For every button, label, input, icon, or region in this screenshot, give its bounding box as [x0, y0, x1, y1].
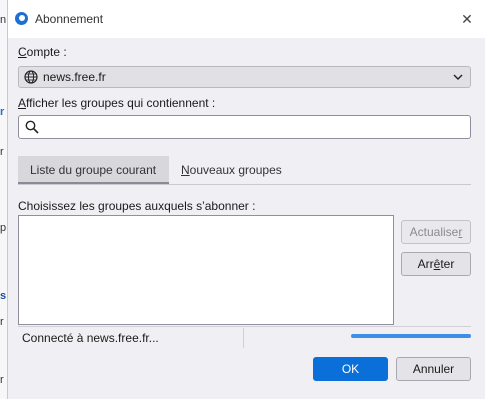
progress-bar	[351, 334, 471, 338]
close-button[interactable]: ✕	[457, 9, 477, 29]
cancel-button[interactable]: Annuler	[396, 357, 471, 381]
filter-label-mnemonic: A	[18, 96, 27, 110]
background-text-fragment: n	[0, 14, 7, 26]
thunderbird-app-icon	[15, 12, 28, 25]
background-text-fragment: r	[0, 316, 4, 328]
stop-button[interactable]: Arrêter	[401, 252, 471, 276]
chevron-down-icon	[453, 74, 463, 80]
refresh-button-label: Actualiser	[409, 225, 463, 239]
groups-list-label: Choisissez les groupes auxquels s’abonne…	[18, 199, 256, 213]
dialog-title: Abonnement	[35, 12, 104, 26]
groups-list[interactable]	[18, 215, 394, 325]
account-select[interactable]: news.free.fr	[18, 66, 471, 88]
background-text-fragment: r	[0, 146, 4, 158]
filter-label-text: fficher les groupes qui contiennent :	[26, 96, 216, 110]
filter-search-box[interactable]	[18, 115, 471, 139]
globe-icon	[24, 70, 38, 84]
filter-label: Afficher les groupes qui contiennent :	[18, 96, 215, 110]
filter-input[interactable]	[45, 118, 469, 138]
ok-button[interactable]: OK	[313, 357, 388, 381]
account-label-mnemonic: C	[18, 45, 27, 59]
tab-strip: Liste du groupe courant Nouveaux groupes	[18, 156, 471, 185]
status-divider	[243, 328, 244, 348]
tab-current-group-list[interactable]: Liste du groupe courant	[18, 156, 169, 184]
status-separator	[18, 326, 471, 327]
tab-new-groups[interactable]: Nouveaux groupes	[169, 156, 299, 184]
account-select-value: news.free.fr	[43, 70, 106, 84]
background-text-fragment: r	[0, 374, 4, 386]
account-label: Compte :	[18, 45, 67, 59]
tab-current-group-list-label: Liste du groupe courant	[30, 163, 157, 177]
progress-bar-fill	[351, 334, 471, 338]
title-bar[interactable]: Abonnement ✕	[8, 0, 485, 38]
subscribe-dialog: Abonnement ✕ Compte : news.free.fr Affic…	[7, 0, 485, 399]
status-text: Connecté à news.free.fr...	[22, 331, 159, 345]
background-text-fragment: r	[0, 106, 5, 118]
search-icon	[25, 120, 39, 134]
background-window-edge	[0, 0, 7, 399]
account-label-text: ompte :	[26, 45, 67, 59]
refresh-button[interactable]: Actualiser	[401, 220, 471, 244]
background-text-fragment: p	[0, 222, 7, 234]
stop-button-label: Arrêter	[417, 257, 455, 271]
tab-new-groups-mnemonic: N	[181, 163, 190, 177]
tab-new-groups-label: ouveaux groupes	[189, 163, 282, 177]
background-text-fragment: s	[0, 290, 7, 302]
